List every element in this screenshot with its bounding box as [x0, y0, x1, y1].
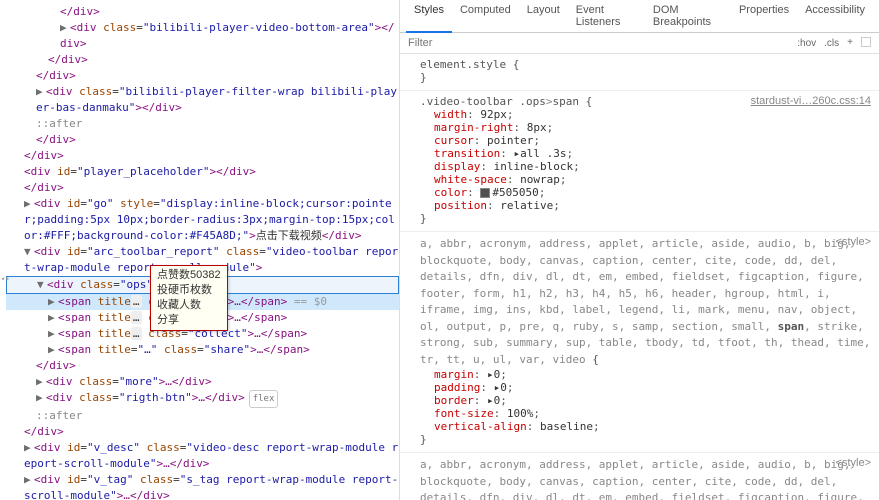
- dom-tree[interactable]: </div> ▶<div class="bilibili-player-vide…: [6, 4, 399, 500]
- styles-filter-input[interactable]: [404, 35, 793, 51]
- tree-node[interactable]: </div>: [6, 358, 399, 374]
- tab-layout[interactable]: Layout: [519, 0, 568, 32]
- tree-node[interactable]: </div>: [6, 68, 399, 84]
- tab-computed[interactable]: Computed: [452, 0, 519, 32]
- tab-event-listeners[interactable]: Event Listeners: [568, 0, 645, 32]
- new-style-rule-button[interactable]: +: [843, 38, 857, 48]
- selector-taglist: a, abbr, acronym, address, applet, artic…: [420, 237, 870, 366]
- styles-filter-bar: :hov .cls +: [400, 33, 879, 54]
- tree-node[interactable]: ▶<div class="more">…</div>: [6, 374, 399, 390]
- flex-badge[interactable]: flex: [249, 390, 279, 408]
- hov-toggle[interactable]: :hov: [793, 38, 820, 49]
- rule-reset-2[interactable]: <style> a, abbr, acronym, address, apple…: [400, 453, 879, 500]
- tree-node[interactable]: ▶<div id="v_desc" class="video-desc repo…: [6, 440, 399, 472]
- tree-node[interactable]: </div>: [6, 132, 399, 148]
- styles-rules[interactable]: element.style { } stardust-vi…260c.css:1…: [400, 54, 879, 500]
- tree-node[interactable]: <div id="player_placeholder"></div>: [6, 164, 399, 180]
- tree-node[interactable]: ▶<div id="go" style="display:inline-bloc…: [6, 196, 399, 244]
- tree-node[interactable]: </div>: [6, 180, 399, 196]
- tree-node[interactable]: ▶<div class="bilibili-player-filter-wrap…: [6, 84, 399, 116]
- tab-dom-breakpoints[interactable]: DOM Breakpoints: [645, 0, 731, 32]
- tab-accessibility[interactable]: Accessibility: [797, 0, 873, 32]
- tree-node[interactable]: ▶<div id="v_tag" class="s_tag report-wra…: [6, 472, 399, 500]
- tab-styles[interactable]: Styles: [406, 0, 452, 33]
- tree-node[interactable]: ▶<span title="…" class="share">…</span>: [6, 342, 399, 358]
- sidebar-tabs: Styles Computed Layout Event Listeners D…: [400, 0, 879, 33]
- tree-node[interactable]: </div>: [6, 4, 399, 20]
- selector-taglist: a, abbr, acronym, address, applet, artic…: [420, 458, 870, 500]
- rule-reset-1[interactable]: <style> a, abbr, acronym, address, apple…: [400, 232, 879, 453]
- tree-node[interactable]: ::after: [6, 116, 399, 132]
- tree-node[interactable]: </div>: [6, 52, 399, 68]
- rule-origin[interactable]: <style>: [836, 457, 871, 469]
- title-tooltip: 点赞数50382 投硬币枚数 收藏人数 分享: [150, 265, 228, 331]
- cls-toggle[interactable]: .cls: [820, 38, 843, 49]
- tree-node[interactable]: ::after: [6, 408, 399, 424]
- tab-properties[interactable]: Properties: [731, 0, 797, 32]
- styles-sidebar: Styles Computed Layout Event Listeners D…: [400, 0, 879, 500]
- rule-origin-link[interactable]: stardust-vi…260c.css:14: [751, 95, 871, 107]
- tree-node[interactable]: </div>: [6, 148, 399, 164]
- selected-indicator: •••: [0, 275, 9, 285]
- tree-node[interactable]: ▶<div class="rigth-btn">…</div>flex: [6, 390, 399, 408]
- rule-element-style[interactable]: element.style { }: [400, 54, 879, 91]
- tree-node[interactable]: </div>: [6, 424, 399, 440]
- elements-panel[interactable]: ••• </div> ▶<div class="bilibili-player-…: [0, 0, 400, 500]
- rule-video-toolbar[interactable]: stardust-vi…260c.css:14 .video-toolbar .…: [400, 91, 879, 232]
- rule-origin[interactable]: <style>: [836, 236, 871, 248]
- tree-node[interactable]: ▶<div class="bilibili-player-video-botto…: [6, 20, 399, 52]
- computed-toggle-icon[interactable]: [857, 37, 875, 50]
- color-swatch[interactable]: [480, 188, 490, 198]
